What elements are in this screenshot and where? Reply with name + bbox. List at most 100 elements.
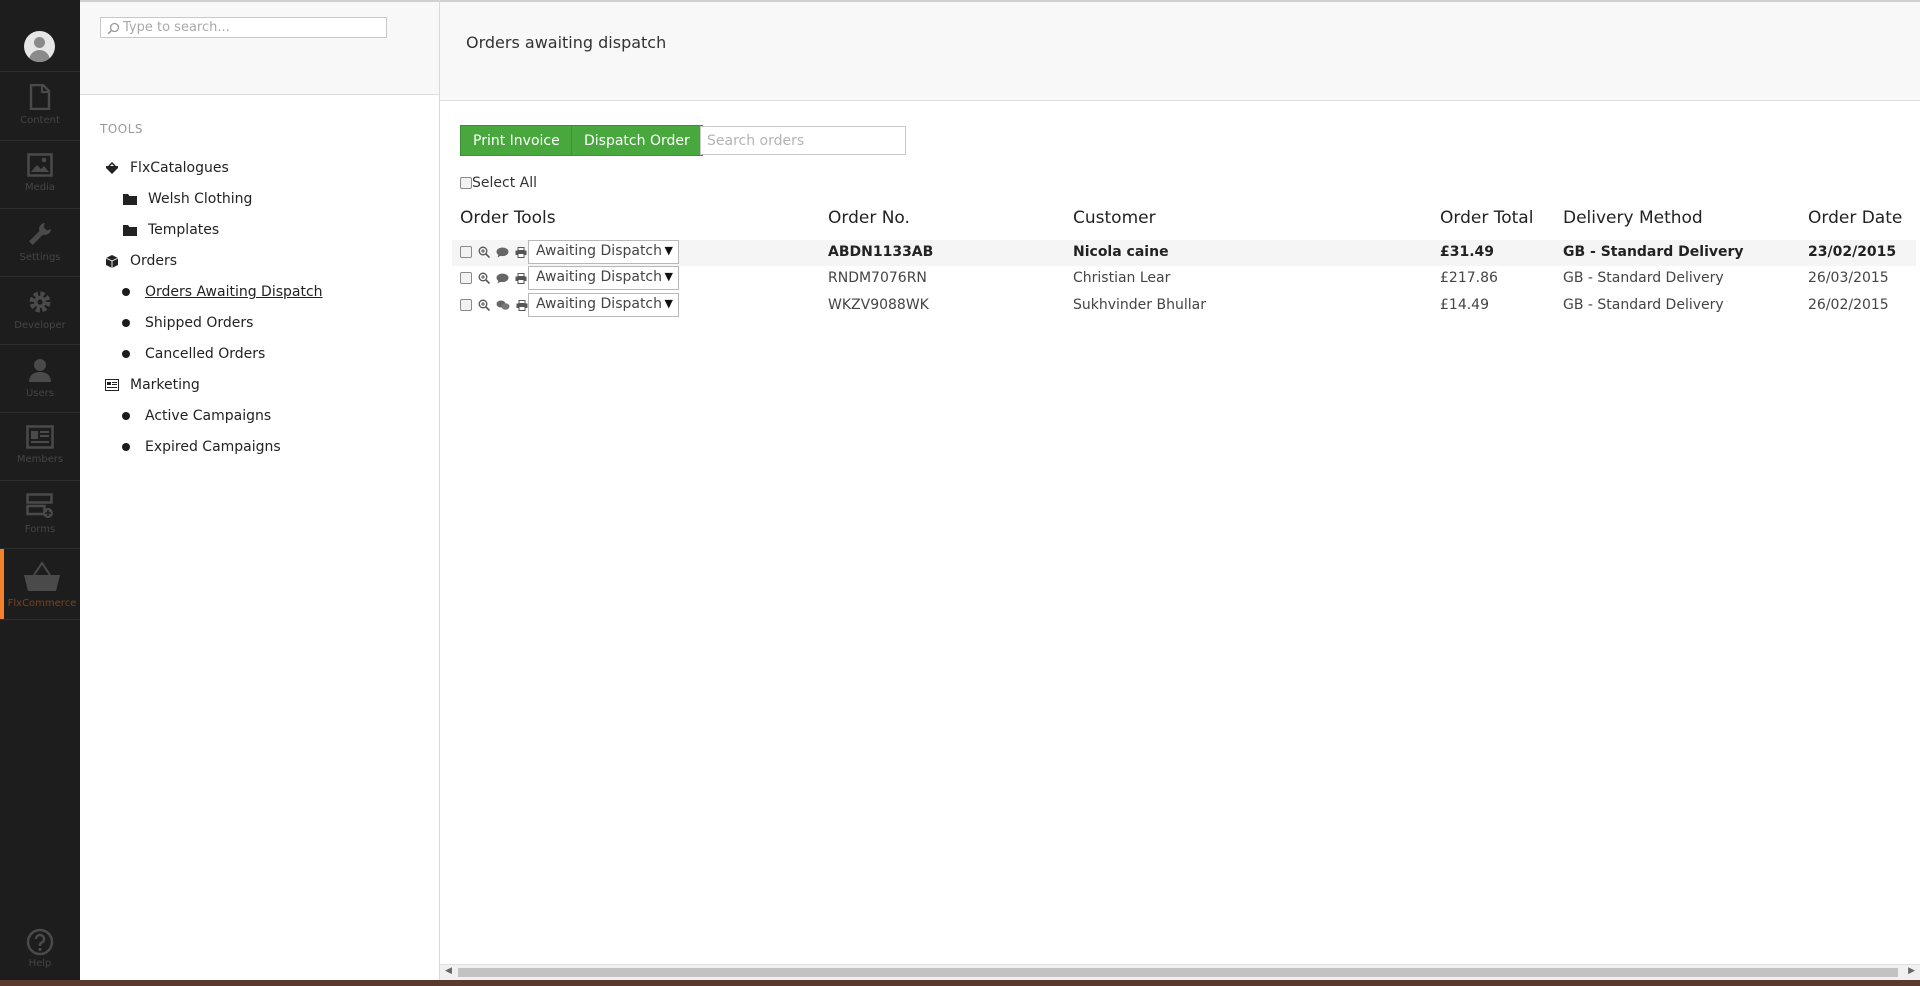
select-all-checkbox[interactable] <box>460 177 472 189</box>
wrench-icon <box>29 223 51 245</box>
zoom-icon[interactable] <box>478 299 490 311</box>
page-title: Orders awaiting dispatch <box>466 33 667 52</box>
order-total-cell: £14.49 <box>1440 297 1489 313</box>
rail-item-media[interactable]: Media <box>0 141 80 209</box>
chevron-down-icon: ▼ <box>664 270 673 283</box>
order-status-select[interactable]: Awaiting Dispatch ▼ <box>528 240 679 264</box>
tree-node-orders[interactable]: Orders <box>104 253 177 269</box>
tree-node-label: Templates <box>148 222 220 238</box>
rail-item-users[interactable]: Users <box>0 345 80 413</box>
select-all-label: Select All <box>472 175 537 191</box>
tree-node-orders-awaiting-dispatch[interactable]: Orders Awaiting Dispatch <box>122 284 323 300</box>
order-no-cell: RNDM7076RN <box>828 270 927 286</box>
campaign-icon <box>104 377 120 393</box>
tree-node-cancelled-orders[interactable]: Cancelled Orders <box>122 346 265 362</box>
print-icon[interactable] <box>516 299 528 311</box>
zoom-icon[interactable] <box>478 246 490 258</box>
table-row[interactable]: Awaiting Dispatch ▼ RNDM7076RN Christian … <box>452 266 1916 292</box>
column-header-order-tools: Order Tools <box>460 208 556 228</box>
print-icon[interactable] <box>515 246 527 258</box>
tools-heading: TOOLS <box>100 122 144 136</box>
comments-icon[interactable] <box>496 300 510 311</box>
comment-icon[interactable] <box>496 247 509 258</box>
rail-item-label: Content <box>20 115 60 126</box>
table-row[interactable]: Awaiting Dispatch ▼ WKZV9088WK Sukhvinder… <box>452 293 1916 319</box>
order-date-cell: 26/03/2015 <box>1808 270 1889 286</box>
table-row[interactable]: Awaiting Dispatch ▼ ABDN1133AB Nicola cai… <box>452 240 1916 266</box>
rail-item-developer[interactable]: Developer <box>0 277 80 345</box>
bullet-icon <box>122 319 130 327</box>
tree-node-label: Orders <box>130 253 178 269</box>
user-avatar[interactable] <box>24 31 55 62</box>
chevron-down-icon: ▼ <box>664 297 673 310</box>
rail-item-flxcommerce[interactable]: FlxCommerce <box>0 549 80 619</box>
image-icon <box>27 153 53 177</box>
tree-node-label: Marketing <box>130 377 200 393</box>
catalogue-icon <box>104 160 120 176</box>
tree-node-active-campaigns[interactable]: Active Campaigns <box>122 408 271 424</box>
bullet-icon <box>122 350 130 358</box>
print-invoice-button[interactable]: Print Invoice <box>460 125 573 156</box>
horizontal-scrollbar[interactable]: ◀ ▶ <box>440 964 1920 980</box>
rail-item-forms[interactable]: Forms <box>0 481 80 549</box>
order-date-cell: 26/02/2015 <box>1808 297 1889 313</box>
rail-divider <box>0 619 80 620</box>
tree-node-welsh-clothing[interactable]: Welsh Clothing <box>122 191 252 207</box>
rail-item-label: Help <box>28 958 52 969</box>
search-orders-input[interactable] <box>700 126 906 155</box>
comment-icon[interactable] <box>496 273 509 284</box>
rail-item-members[interactable]: Members <box>0 413 80 481</box>
bullet-icon <box>122 288 130 296</box>
rail-item-settings[interactable]: Settings <box>0 209 80 277</box>
tree-node-shipped-orders[interactable]: Shipped Orders <box>122 315 253 331</box>
gear-icon <box>29 291 51 313</box>
app-rail: Content Media Settings Developer Users M… <box>0 0 80 980</box>
zoom-icon[interactable] <box>478 272 490 284</box>
rail-item-label: Settings <box>19 252 61 263</box>
column-header-order-total: Order Total <box>1440 208 1534 228</box>
row-tools <box>460 246 527 258</box>
order-date-cell: 23/02/2015 <box>1808 244 1897 260</box>
scroll-right-icon[interactable]: ▶ <box>1908 966 1915 976</box>
dispatch-order-button[interactable]: Dispatch Order <box>571 125 703 156</box>
folder-icon <box>122 222 138 238</box>
main-panel: Orders awaiting dispatch Print Invoice D… <box>440 0 1920 980</box>
help-icon <box>26 928 54 956</box>
rail-item-content[interactable]: Content <box>0 72 80 140</box>
order-total-cell: £217.86 <box>1440 270 1498 286</box>
tree-node-flxcatalogues[interactable]: FlxCatalogues <box>104 160 229 176</box>
scroll-left-icon[interactable]: ◀ <box>445 966 452 976</box>
tree-node-templates[interactable]: Templates <box>122 222 219 238</box>
order-total-cell: £31.49 <box>1440 244 1495 260</box>
order-status-select[interactable]: Awaiting Dispatch ▼ <box>528 293 679 317</box>
tree-search-input[interactable] <box>123 18 383 37</box>
row-checkbox[interactable] <box>460 299 472 311</box>
tree-search-area <box>80 0 439 95</box>
order-status-select[interactable]: Awaiting Dispatch ▼ <box>528 266 679 290</box>
row-checkbox[interactable] <box>460 272 472 284</box>
select-all[interactable]: Select All <box>460 175 537 191</box>
rail-item-help[interactable]: Help <box>0 928 80 978</box>
column-header-delivery-method: Delivery Method <box>1563 208 1703 228</box>
tree-node-marketing[interactable]: Marketing <box>104 377 200 393</box>
rail-item-label: Media <box>24 182 56 193</box>
tree-node-label: Active Campaigns <box>145 408 272 424</box>
bullet-icon <box>122 443 130 451</box>
tree-search-box <box>100 17 387 38</box>
tree-panel: TOOLS FlxCatalogues Welsh Clothing Templ… <box>80 0 440 980</box>
tree-node-label: Orders Awaiting Dispatch <box>145 284 323 300</box>
delivery-method-cell: GB - Standard Delivery <box>1563 297 1724 313</box>
basket-icon <box>24 561 60 591</box>
delivery-method-cell: GB - Standard Delivery <box>1563 270 1724 286</box>
column-header-order-no: Order No. <box>828 208 910 228</box>
rail-item-label: FlxCommerce <box>7 598 77 609</box>
column-header-order-date: Order Date <box>1808 208 1903 228</box>
tree-node-expired-campaigns[interactable]: Expired Campaigns <box>122 439 281 455</box>
rail-item-label: Users <box>25 388 54 399</box>
row-tools <box>460 299 528 311</box>
print-icon[interactable] <box>515 272 527 284</box>
bullet-icon <box>122 412 130 420</box>
scrollbar-thumb[interactable] <box>458 968 1898 977</box>
customer-cell: Nicola caine <box>1073 244 1169 260</box>
row-checkbox[interactable] <box>460 246 472 258</box>
